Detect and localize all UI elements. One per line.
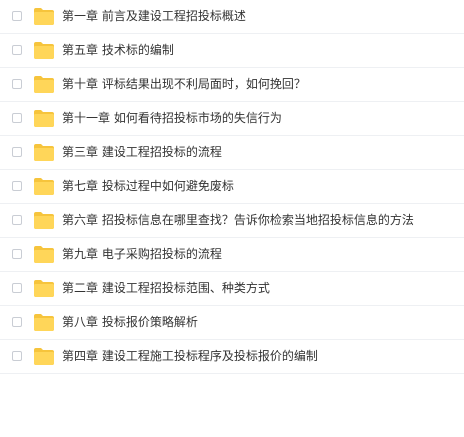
select-checkbox[interactable] (12, 351, 22, 361)
select-checkbox[interactable] (12, 283, 22, 293)
folder-icon (34, 178, 54, 195)
folder-name[interactable]: 第九章 电子采购招投标的流程 (62, 246, 222, 263)
folder-name[interactable]: 第二章 建设工程招投标范围、种类方式 (62, 280, 270, 297)
folder-name[interactable]: 第四章 建设工程施工投标程序及投标报价的编制 (62, 348, 318, 365)
list-item[interactable]: 第四章 建设工程施工投标程序及投标报价的编制 (0, 340, 464, 374)
folder-name[interactable]: 第六章 招投标信息在哪里查找？告诉你检索当地招投标信息的方法 (62, 212, 414, 229)
folder-name[interactable]: 第一章 前言及建设工程招投标概述 (62, 8, 246, 25)
select-checkbox[interactable] (12, 215, 22, 225)
list-item[interactable]: 第十一章 如何看待招投标市场的失信行为 (0, 102, 464, 136)
select-checkbox[interactable] (12, 249, 22, 259)
folder-name[interactable]: 第十章 评标结果出现不利局面时，如何挽回？ (62, 76, 306, 93)
folder-name[interactable]: 第八章 投标报价策略解析 (62, 314, 198, 331)
list-item[interactable]: 第五章 技术标的编制 (0, 34, 464, 68)
folder-icon (34, 314, 54, 331)
folder-name[interactable]: 第五章 技术标的编制 (62, 42, 174, 59)
folder-icon (34, 76, 54, 93)
file-list: 第一章 前言及建设工程招投标概述 第五章 技术标的编制 第十章 评标结果出现不利… (0, 0, 464, 374)
list-item[interactable]: 第六章 招投标信息在哪里查找？告诉你检索当地招投标信息的方法 (0, 204, 464, 238)
folder-icon (34, 42, 54, 59)
list-item[interactable]: 第九章 电子采购招投标的流程 (0, 238, 464, 272)
folder-name[interactable]: 第七章 投标过程中如何避免废标 (62, 178, 234, 195)
select-checkbox[interactable] (12, 147, 22, 157)
folder-icon (34, 8, 54, 25)
select-checkbox[interactable] (12, 181, 22, 191)
folder-icon (34, 110, 54, 127)
folder-icon (34, 144, 54, 161)
folder-icon (34, 212, 54, 229)
select-checkbox[interactable] (12, 79, 22, 89)
folder-name[interactable]: 第十一章 如何看待招投标市场的失信行为 (62, 110, 282, 127)
list-item[interactable]: 第七章 投标过程中如何避免废标 (0, 170, 464, 204)
list-item[interactable]: 第八章 投标报价策略解析 (0, 306, 464, 340)
list-item[interactable]: 第三章 建设工程招投标的流程 (0, 136, 464, 170)
list-item[interactable]: 第一章 前言及建设工程招投标概述 (0, 0, 464, 34)
list-item[interactable]: 第十章 评标结果出现不利局面时，如何挽回？ (0, 68, 464, 102)
select-checkbox[interactable] (12, 45, 22, 55)
folder-name[interactable]: 第三章 建设工程招投标的流程 (62, 144, 222, 161)
select-checkbox[interactable] (12, 11, 22, 21)
select-checkbox[interactable] (12, 113, 22, 123)
select-checkbox[interactable] (12, 317, 22, 327)
folder-icon (34, 280, 54, 297)
folder-icon (34, 348, 54, 365)
folder-icon (34, 246, 54, 263)
list-item[interactable]: 第二章 建设工程招投标范围、种类方式 (0, 272, 464, 306)
